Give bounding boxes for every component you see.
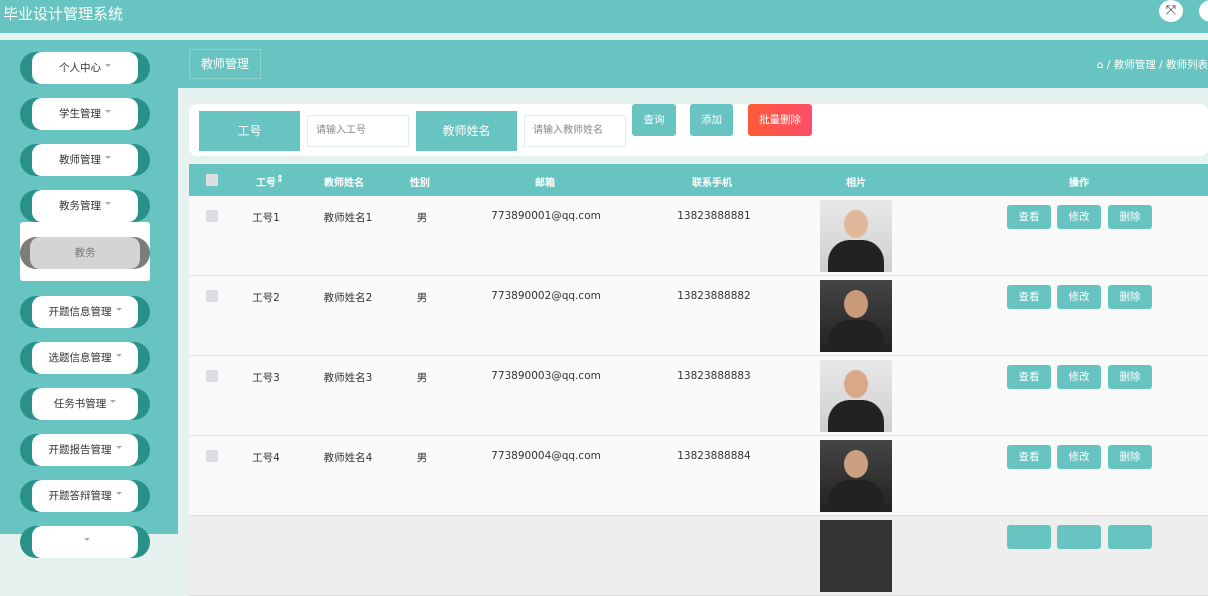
submenu: 教务 [20, 222, 150, 281]
query-button[interactable]: 查询 [632, 104, 676, 136]
add-button[interactable]: 添加 [690, 104, 733, 136]
col-name[interactable]: 教师姓名 [324, 174, 364, 189]
cell-gender: 男 [416, 372, 428, 384]
table-row [189, 516, 1208, 596]
col-gender[interactable]: 性别 [410, 174, 430, 189]
row-checkbox[interactable] [206, 290, 218, 302]
cell-name: 教师姓名1 [323, 212, 373, 224]
search-bar: 工号 请输入工号 教师姓名 请输入教师姓名 查询 添加 批量删除 [189, 104, 1208, 156]
cell-name: 教师姓名4 [323, 452, 373, 464]
teacher-photo [820, 360, 892, 432]
col-phone[interactable]: 联系手机 [692, 174, 732, 189]
row-checkbox[interactable] [206, 370, 218, 382]
view-button[interactable]: 查看 [1007, 285, 1051, 309]
app-title: 毕业设计管理系统 [3, 5, 124, 23]
cell-id: 工号4 [252, 452, 280, 464]
name-input[interactable]: 请输入教师姓名 [524, 115, 626, 147]
page-title: 教师管理 [189, 49, 261, 79]
expand-icon[interactable]: ⤧ [1159, 0, 1183, 22]
col-photo: 相片 [846, 178, 866, 189]
delete-button[interactable]: 删除 [1108, 205, 1152, 229]
col-id[interactable]: 工号 [256, 174, 276, 189]
edit-button[interactable]: 修改 [1057, 205, 1101, 229]
home-icon[interactable]: ⌂ [1097, 59, 1104, 71]
sidebar-item[interactable]: 任务书管理 [20, 388, 150, 420]
breadcrumb-item[interactable]: 教师管理 [1114, 59, 1156, 71]
cell-phone: 13823888881 [677, 210, 751, 222]
sidebar-item-label: 任务书管理 [32, 388, 138, 420]
name-label: 教师姓名 [416, 111, 517, 151]
cell-phone: 13823888884 [677, 450, 751, 462]
view-button[interactable]: 查看 [1007, 445, 1051, 469]
sidebar-item-label: 教务管理 [32, 190, 138, 222]
top-bar: 毕业设计管理系统 ⤧ [0, 0, 1208, 33]
sidebar-item[interactable]: 开题报告管理 [20, 434, 150, 466]
avatar[interactable] [1199, 0, 1208, 22]
breadcrumb-item: 教师列表 [1166, 59, 1208, 71]
sidebar-item-label: 个人中心 [32, 52, 138, 84]
delete-button[interactable]: 删除 [1108, 445, 1152, 469]
batch-delete-button[interactable]: 批量删除 [748, 104, 812, 136]
row-checkbox[interactable] [206, 450, 218, 462]
sidebar-item-label: 选题信息管理 [32, 342, 138, 374]
col-email[interactable]: 邮箱 [535, 174, 555, 189]
sidebar-item-label: 开题答辩管理 [32, 480, 138, 512]
sidebar-item[interactable]: 学生管理 [20, 98, 150, 130]
table-header: 工号 ⇕ 教师姓名 性别 邮箱 联系手机 相片 操作 [189, 164, 1208, 196]
col-ops: 操作 [1069, 178, 1089, 189]
table-row: 工号3 教师姓名3 男 773890003@qq.com 13823888883… [189, 356, 1208, 436]
teacher-photo [820, 440, 892, 512]
id-label: 工号 [199, 111, 300, 151]
edit-button[interactable]: 修改 [1057, 445, 1101, 469]
delete-button[interactable]: 删除 [1108, 365, 1152, 389]
cell-email: 773890001@qq.com [491, 210, 601, 222]
cell-phone: 13823888883 [677, 370, 751, 382]
sidebar-item[interactable]: 开题答辩管理 [20, 480, 150, 512]
cell-email: 773890002@qq.com [491, 290, 601, 302]
select-all-checkbox[interactable] [206, 174, 218, 186]
sidebar-item[interactable]: 开题信息管理 [20, 296, 150, 328]
cell-email: 773890004@qq.com [491, 450, 601, 462]
cell-id: 工号2 [252, 292, 280, 304]
delete-button[interactable]: 删除 [1108, 285, 1152, 309]
sidebar-item-label: 开题信息管理 [32, 296, 138, 328]
breadcrumb: ⌂ / 教师管理 / 教师列表 [1096, 59, 1208, 71]
sidebar-item[interactable]: 选题信息管理 [20, 342, 150, 374]
table-row: 工号4 教师姓名4 男 773890004@qq.com 13823888884… [189, 436, 1208, 516]
teacher-photo [820, 280, 892, 352]
sidebar-item-label: 学生管理 [32, 98, 138, 130]
edit-button[interactable]: 修改 [1057, 285, 1101, 309]
submenu-label: 教务 [30, 237, 140, 269]
sidebar-item-label: 教师管理 [32, 144, 138, 176]
view-button[interactable]: 查看 [1007, 365, 1051, 389]
sidebar-item[interactable] [20, 526, 150, 558]
teacher-photo [820, 200, 892, 272]
view-button[interactable]: 查看 [1007, 205, 1051, 229]
cell-id: 工号3 [252, 372, 280, 384]
sidebar-item[interactable]: 教务管理 [20, 190, 150, 222]
cell-phone: 13823888882 [677, 290, 751, 302]
cell-email: 773890003@qq.com [491, 370, 601, 382]
cell-name: 教师姓名2 [323, 292, 373, 304]
sidebar-item[interactable]: 教师管理 [20, 144, 150, 176]
cell-name: 教师姓名3 [323, 372, 373, 384]
main-header: 教师管理 ⌂ / 教师管理 / 教师列表 [178, 40, 1208, 88]
id-input[interactable]: 请输入工号 [307, 115, 409, 147]
row-checkbox[interactable] [206, 210, 218, 222]
edit-button[interactable]: 修改 [1057, 365, 1101, 389]
submenu-item-jiaowu[interactable]: 教务 [20, 237, 150, 269]
teacher-table: 工号 ⇕ 教师姓名 性别 邮箱 联系手机 相片 操作 工号1 教师姓名1 男 77… [189, 164, 1208, 596]
table-row: 工号2 教师姓名2 男 773890002@qq.com 13823888882… [189, 276, 1208, 356]
table-row: 工号1 教师姓名1 男 773890001@qq.com 13823888881… [189, 196, 1208, 276]
cell-id: 工号1 [252, 212, 280, 224]
sidebar-item-label: 开题报告管理 [32, 434, 138, 466]
cell-gender: 男 [416, 292, 428, 304]
cell-gender: 男 [416, 452, 428, 464]
cell-gender: 男 [416, 212, 428, 224]
sidebar-item[interactable]: 个人中心 [20, 52, 150, 84]
